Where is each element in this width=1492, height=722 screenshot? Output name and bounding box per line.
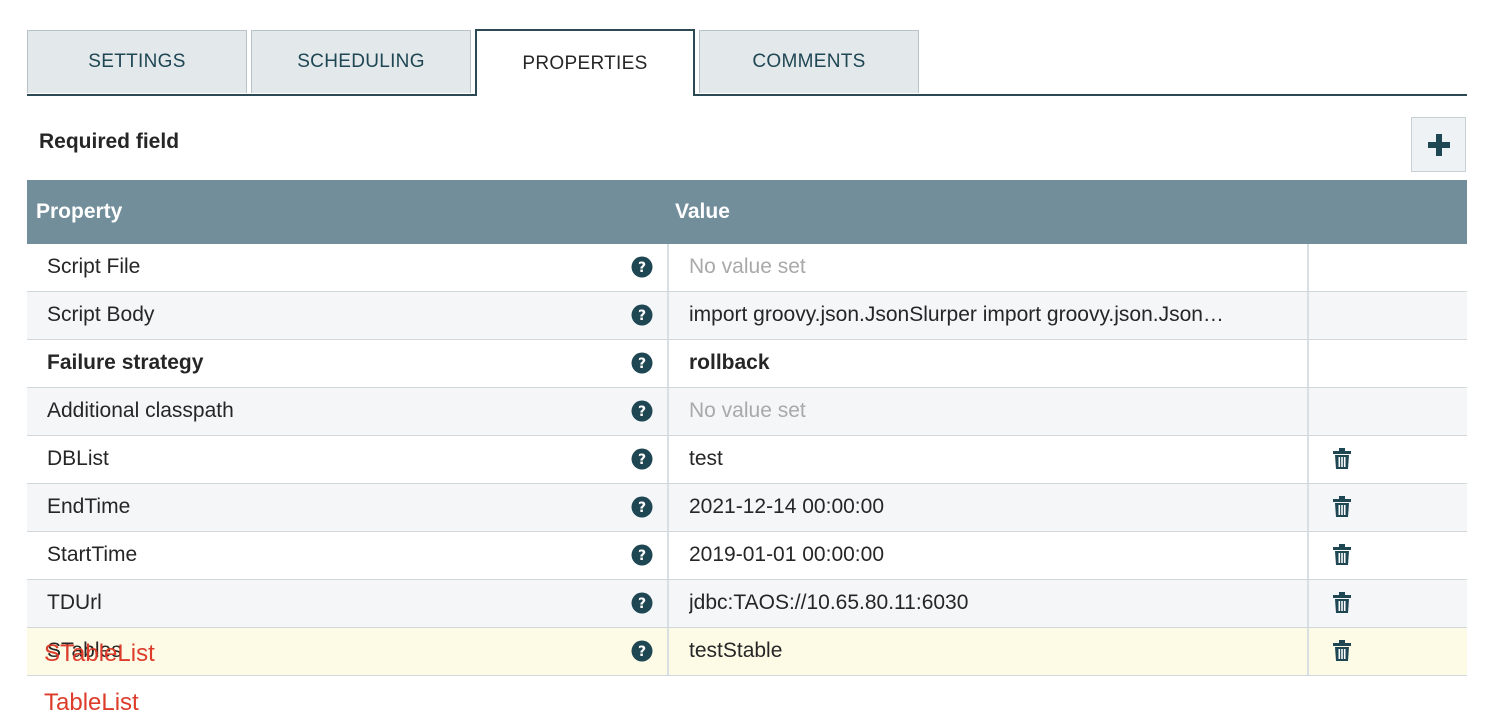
column-divider xyxy=(667,388,669,435)
help-icon[interactable]: ? xyxy=(631,448,653,470)
column-divider xyxy=(667,292,669,339)
trash-icon[interactable] xyxy=(1332,640,1352,662)
table-header: Property Value xyxy=(27,180,1467,244)
header-property: Property xyxy=(36,200,123,223)
tab-settings[interactable]: SETTINGS xyxy=(27,30,247,93)
property-name: DBList xyxy=(47,447,109,470)
column-divider xyxy=(1307,244,1309,291)
help-icon[interactable]: ? xyxy=(631,400,653,422)
column-divider xyxy=(667,244,669,291)
column-divider xyxy=(1307,292,1309,339)
tab-comments[interactable]: COMMENTS xyxy=(699,30,919,93)
column-divider xyxy=(1307,580,1309,627)
help-icon[interactable]: ? xyxy=(631,544,653,566)
table-row[interactable]: StartTime? 2019-01-01 00:00:00 xyxy=(27,532,1467,580)
svg-text:?: ? xyxy=(638,404,646,420)
plus-icon xyxy=(1427,133,1450,156)
missing-property-tablelist: TableList xyxy=(44,689,139,716)
properties-table: Property Value Script File? No value set S… xyxy=(27,180,1467,676)
help-icon[interactable]: ? xyxy=(631,496,653,518)
property-name: Script Body xyxy=(47,303,155,326)
svg-text:?: ? xyxy=(638,596,646,612)
column-divider xyxy=(667,580,669,627)
column-divider xyxy=(667,532,669,579)
column-divider xyxy=(1307,628,1309,675)
trash-icon[interactable] xyxy=(1332,448,1352,470)
property-value[interactable]: No value set xyxy=(689,255,1299,279)
missing-property-stablelist: STableList xyxy=(44,640,155,667)
svg-text:?: ? xyxy=(638,548,646,564)
property-name: StartTime xyxy=(47,543,138,566)
column-divider xyxy=(667,484,669,531)
trash-icon[interactable] xyxy=(1332,496,1352,518)
trash-icon[interactable] xyxy=(1332,544,1352,566)
table-row[interactable]: STables? testStable xyxy=(27,628,1467,676)
property-value[interactable]: import groovy.json.JsonSlurper import gr… xyxy=(689,303,1299,327)
property-name: Additional classpath xyxy=(47,399,234,422)
property-value[interactable]: 2021-12-14 00:00:00 xyxy=(689,495,1299,519)
property-name: TDUrl xyxy=(47,591,102,614)
tab-properties[interactable]: PROPERTIES xyxy=(475,29,695,96)
help-icon[interactable]: ? xyxy=(631,640,653,662)
svg-text:?: ? xyxy=(638,356,646,372)
table-row[interactable]: Script Body? import groovy.json.JsonSlurp… xyxy=(27,292,1467,340)
add-property-button[interactable] xyxy=(1411,117,1466,172)
property-value[interactable]: testStable xyxy=(689,639,1299,663)
column-divider xyxy=(1307,388,1309,435)
help-icon[interactable]: ? xyxy=(631,592,653,614)
svg-text:?: ? xyxy=(638,260,646,276)
svg-text:?: ? xyxy=(638,452,646,468)
required-field-label: Required field xyxy=(39,130,180,153)
column-divider xyxy=(667,628,669,675)
property-value[interactable]: 2019-01-01 00:00:00 xyxy=(689,543,1299,567)
table-row[interactable]: TDUrl? jdbc:TAOS://10.65.80.11:6030 xyxy=(27,580,1467,628)
table-row[interactable]: Additional classpath? No value set xyxy=(27,388,1467,436)
column-divider xyxy=(1307,340,1309,387)
help-icon[interactable]: ? xyxy=(631,304,653,326)
svg-text:?: ? xyxy=(638,308,646,324)
trash-icon[interactable] xyxy=(1332,592,1352,614)
table-row[interactable]: Script File? No value set xyxy=(27,244,1467,292)
header-value: Value xyxy=(675,200,730,223)
table-row[interactable]: DBList? test xyxy=(27,436,1467,484)
property-value[interactable]: jdbc:TAOS://10.65.80.11:6030 xyxy=(689,591,1299,615)
svg-text:?: ? xyxy=(638,644,646,660)
property-value[interactable]: rollback xyxy=(689,351,1299,375)
tab-underline xyxy=(27,94,1467,96)
column-divider xyxy=(1307,436,1309,483)
tab-bar: SETTINGS SCHEDULING PROPERTIES COMMENTS xyxy=(27,29,1467,96)
property-name: Script File xyxy=(47,255,141,278)
property-name: EndTime xyxy=(47,495,131,518)
property-value[interactable]: test xyxy=(689,447,1299,471)
svg-text:?: ? xyxy=(638,500,646,516)
column-divider xyxy=(667,436,669,483)
help-icon[interactable]: ? xyxy=(631,352,653,374)
column-divider xyxy=(1307,532,1309,579)
property-value[interactable]: No value set xyxy=(689,399,1299,423)
tab-scheduling[interactable]: SCHEDULING xyxy=(251,30,471,93)
help-icon[interactable]: ? xyxy=(631,256,653,278)
property-name: Failure strategy xyxy=(47,351,204,374)
table-row[interactable]: EndTime? 2021-12-14 00:00:00 xyxy=(27,484,1467,532)
column-divider xyxy=(1307,484,1309,531)
table-row[interactable]: Failure strategy? rollback xyxy=(27,340,1467,388)
table-body: Script File? No value set Script Body? impo… xyxy=(27,244,1467,676)
column-divider xyxy=(667,340,669,387)
